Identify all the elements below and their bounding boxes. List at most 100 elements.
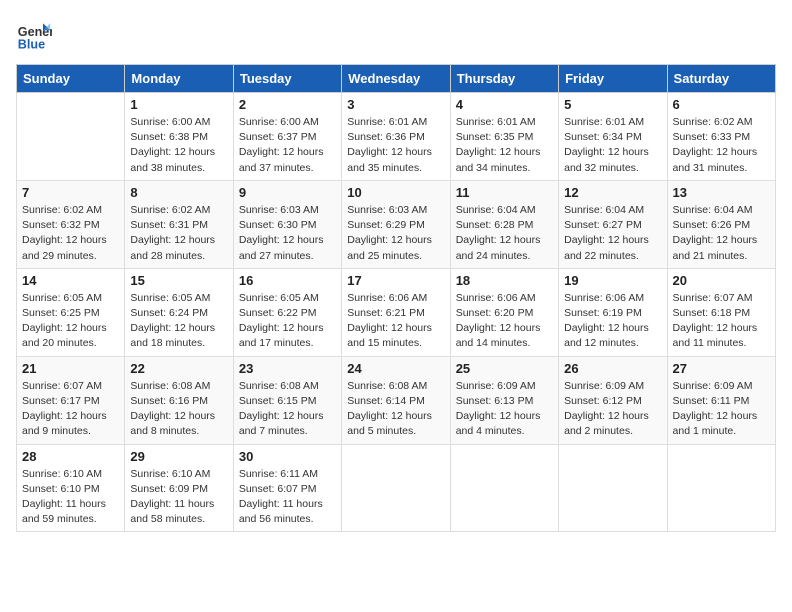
svg-text:Blue: Blue (18, 37, 45, 51)
calendar-cell: 22 Sunrise: 6:08 AM Sunset: 6:16 PM Dayli… (125, 356, 233, 444)
calendar-cell: 25Sunrise: 6:09 AM Sunset: 6:13 PM Dayli… (450, 356, 558, 444)
calendar-cell: 2Sunrise: 6:00 AM Sunset: 6:37 PM Daylig… (233, 93, 341, 181)
day-number: 19 (564, 273, 661, 288)
day-detail: Sunrise: 6:10 AM Sunset: 6:09 PM Dayligh… (130, 467, 227, 528)
col-header-monday: Monday (125, 65, 233, 93)
day-detail: Sunrise: 6:08 AM Sunset: 6:16 PM Dayligh… (130, 379, 227, 440)
calendar-cell: 12 Sunrise: 6:04 AM Sunset: 6:27 PM Dayli… (559, 180, 667, 268)
calendar-cell (450, 444, 558, 532)
day-detail: Sunrise: 6:07 AM Sunset: 6:18 PM Dayligh… (673, 291, 770, 352)
day-number: 12 (564, 185, 661, 200)
day-detail: Sunrise: 6:05 AM Sunset: 6:22 PM Dayligh… (239, 291, 336, 352)
day-number: 21 (22, 361, 119, 376)
week-row-5: 28 Sunrise: 6:10 AM Sunset: 6:10 PM Dayli… (17, 444, 776, 532)
calendar-cell: 11 Sunrise: 6:04 AM Sunset: 6:28 PM Dayli… (450, 180, 558, 268)
calendar-cell: 17 Sunrise: 6:06 AM Sunset: 6:21 PM Dayli… (342, 268, 450, 356)
calendar-cell: 21 Sunrise: 6:07 AM Sunset: 6:17 PM Dayli… (17, 356, 125, 444)
col-header-tuesday: Tuesday (233, 65, 341, 93)
calendar-cell: 19 Sunrise: 6:06 AM Sunset: 6:19 PM Dayli… (559, 268, 667, 356)
day-detail: Sunrise: 6:05 AM Sunset: 6:24 PM Dayligh… (130, 291, 227, 352)
day-number: 11 (456, 185, 553, 200)
calendar-cell (17, 93, 125, 181)
day-detail: Sunrise: 6:08 AM Sunset: 6:15 PM Dayligh… (239, 379, 336, 440)
calendar-cell (342, 444, 450, 532)
col-header-friday: Friday (559, 65, 667, 93)
day-detail: Sunrise: 6:06 AM Sunset: 6:19 PM Dayligh… (564, 291, 661, 352)
day-detail: Sunrise: 6:04 AM Sunset: 6:28 PM Dayligh… (456, 203, 553, 264)
day-number: 5 (564, 97, 661, 112)
day-number: 27 (673, 361, 770, 376)
day-number: 28 (22, 449, 119, 464)
col-header-thursday: Thursday (450, 65, 558, 93)
day-number: 17 (347, 273, 444, 288)
day-number: 29 (130, 449, 227, 464)
calendar-table: SundayMondayTuesdayWednesdayThursdayFrid… (16, 64, 776, 532)
day-detail: Sunrise: 6:04 AM Sunset: 6:27 PM Dayligh… (564, 203, 661, 264)
day-detail: Sunrise: 6:07 AM Sunset: 6:17 PM Dayligh… (22, 379, 119, 440)
calendar-cell: 3 Sunrise: 6:01 AM Sunset: 6:36 PM Daylig… (342, 93, 450, 181)
day-detail: Sunrise: 6:02 AM Sunset: 6:32 PM Dayligh… (22, 203, 119, 264)
day-number: 4 (456, 97, 553, 112)
calendar-cell: 14 Sunrise: 6:05 AM Sunset: 6:25 PM Dayli… (17, 268, 125, 356)
logo: General Blue (16, 16, 56, 52)
calendar-cell (667, 444, 775, 532)
day-number: 16 (239, 273, 336, 288)
day-number: 7 (22, 185, 119, 200)
day-number: 6 (673, 97, 770, 112)
header: General Blue (16, 16, 776, 52)
calendar-cell: 24 Sunrise: 6:08 AM Sunset: 6:14 PM Dayli… (342, 356, 450, 444)
day-detail: Sunrise: 6:09 AM Sunset: 6:11 PM Dayligh… (673, 379, 770, 440)
col-header-wednesday: Wednesday (342, 65, 450, 93)
calendar-cell: 5 Sunrise: 6:01 AM Sunset: 6:34 PM Daylig… (559, 93, 667, 181)
calendar-cell: 26Sunrise: 6:09 AM Sunset: 6:12 PM Dayli… (559, 356, 667, 444)
calendar-cell: 18Sunrise: 6:06 AM Sunset: 6:20 PM Dayli… (450, 268, 558, 356)
calendar-cell: 29 Sunrise: 6:10 AM Sunset: 6:09 PM Dayli… (125, 444, 233, 532)
week-row-3: 14 Sunrise: 6:05 AM Sunset: 6:25 PM Dayli… (17, 268, 776, 356)
day-number: 24 (347, 361, 444, 376)
day-number: 10 (347, 185, 444, 200)
logo-icon: General Blue (16, 16, 52, 52)
day-detail: Sunrise: 6:01 AM Sunset: 6:35 PM Dayligh… (456, 115, 553, 176)
day-detail: Sunrise: 6:02 AM Sunset: 6:33 PM Dayligh… (673, 115, 770, 176)
day-detail: Sunrise: 6:02 AM Sunset: 6:31 PM Dayligh… (130, 203, 227, 264)
day-number: 8 (130, 185, 227, 200)
day-detail: Sunrise: 6:03 AM Sunset: 6:29 PM Dayligh… (347, 203, 444, 264)
calendar-cell (559, 444, 667, 532)
calendar-cell: 16 Sunrise: 6:05 AM Sunset: 6:22 PM Dayli… (233, 268, 341, 356)
day-detail: Sunrise: 6:01 AM Sunset: 6:36 PM Dayligh… (347, 115, 444, 176)
day-number: 15 (130, 273, 227, 288)
calendar-cell: 9Sunrise: 6:03 AM Sunset: 6:30 PM Daylig… (233, 180, 341, 268)
day-number: 20 (673, 273, 770, 288)
day-number: 30 (239, 449, 336, 464)
day-detail: Sunrise: 6:11 AM Sunset: 6:07 PM Dayligh… (239, 467, 336, 528)
calendar-cell: 7 Sunrise: 6:02 AM Sunset: 6:32 PM Daylig… (17, 180, 125, 268)
week-row-2: 7 Sunrise: 6:02 AM Sunset: 6:32 PM Daylig… (17, 180, 776, 268)
day-detail: Sunrise: 6:00 AM Sunset: 6:38 PM Dayligh… (130, 115, 227, 176)
day-number: 23 (239, 361, 336, 376)
calendar-cell: 27 Sunrise: 6:09 AM Sunset: 6:11 PM Dayli… (667, 356, 775, 444)
day-detail: Sunrise: 6:05 AM Sunset: 6:25 PM Dayligh… (22, 291, 119, 352)
day-detail: Sunrise: 6:08 AM Sunset: 6:14 PM Dayligh… (347, 379, 444, 440)
calendar-cell: 1Sunrise: 6:00 AM Sunset: 6:38 PM Daylig… (125, 93, 233, 181)
calendar-cell: 8 Sunrise: 6:02 AM Sunset: 6:31 PM Daylig… (125, 180, 233, 268)
calendar-cell: 4 Sunrise: 6:01 AM Sunset: 6:35 PM Daylig… (450, 93, 558, 181)
calendar-cell: 30 Sunrise: 6:11 AM Sunset: 6:07 PM Dayli… (233, 444, 341, 532)
day-number: 9 (239, 185, 336, 200)
day-detail: Sunrise: 6:01 AM Sunset: 6:34 PM Dayligh… (564, 115, 661, 176)
day-number: 25 (456, 361, 553, 376)
day-detail: Sunrise: 6:10 AM Sunset: 6:10 PM Dayligh… (22, 467, 119, 528)
col-header-sunday: Sunday (17, 65, 125, 93)
calendar-cell: 20 Sunrise: 6:07 AM Sunset: 6:18 PM Dayli… (667, 268, 775, 356)
day-number: 3 (347, 97, 444, 112)
day-detail: Sunrise: 6:09 AM Sunset: 6:12 PM Dayligh… (564, 379, 661, 440)
day-detail: Sunrise: 6:00 AM Sunset: 6:37 PM Dayligh… (239, 115, 336, 176)
calendar-header-row: SundayMondayTuesdayWednesdayThursdayFrid… (17, 65, 776, 93)
col-header-saturday: Saturday (667, 65, 775, 93)
day-number: 14 (22, 273, 119, 288)
calendar-cell: 10 Sunrise: 6:03 AM Sunset: 6:29 PM Dayli… (342, 180, 450, 268)
calendar-cell: 28 Sunrise: 6:10 AM Sunset: 6:10 PM Dayli… (17, 444, 125, 532)
day-detail: Sunrise: 6:06 AM Sunset: 6:21 PM Dayligh… (347, 291, 444, 352)
day-number: 22 (130, 361, 227, 376)
week-row-1: 1Sunrise: 6:00 AM Sunset: 6:38 PM Daylig… (17, 93, 776, 181)
day-detail: Sunrise: 6:06 AM Sunset: 6:20 PM Dayligh… (456, 291, 553, 352)
